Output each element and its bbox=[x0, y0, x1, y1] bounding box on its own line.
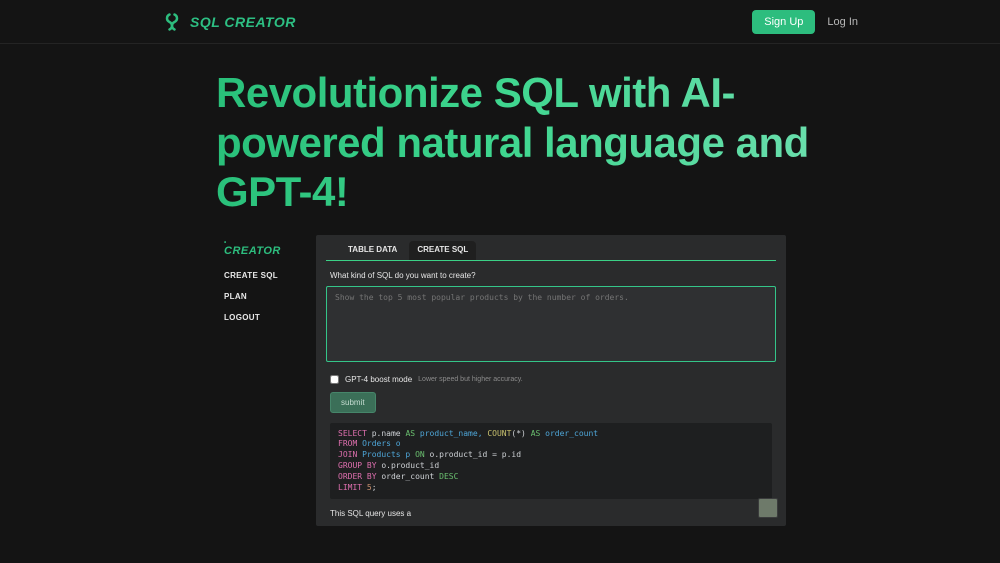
signup-button[interactable]: Sign Up bbox=[752, 10, 815, 34]
prompt-input[interactable] bbox=[326, 286, 776, 362]
code-token: Products p bbox=[357, 450, 415, 459]
tab-create-sql[interactable]: CREATE SQL bbox=[409, 241, 476, 260]
code-token: AS bbox=[405, 429, 415, 438]
boost-checkbox[interactable] bbox=[330, 375, 339, 384]
menu-plan[interactable]: PLAN bbox=[224, 292, 308, 301]
code-token: ORDER BY bbox=[338, 472, 377, 481]
topbar: SQL CREATOR Sign Up Log In bbox=[0, 0, 1000, 44]
code-token: COUNT bbox=[487, 429, 511, 438]
preview-menu: CREATE SQL PLAN LOGOUT bbox=[224, 271, 308, 322]
code-token: p.name bbox=[367, 429, 406, 438]
code-token: DESC bbox=[439, 472, 458, 481]
code-token: (*) bbox=[511, 429, 530, 438]
menu-create-sql[interactable]: CREATE SQL bbox=[224, 271, 308, 280]
code-token: o.product_id bbox=[377, 461, 440, 470]
explanation: This SQL query uses a bbox=[330, 509, 772, 518]
brand[interactable]: SQL CREATOR bbox=[162, 12, 296, 32]
preview-brand: • CREATOR bbox=[224, 241, 308, 257]
hero: Revolutionize SQL with AI-powered natura… bbox=[0, 44, 1000, 235]
boost-row: GPT-4 boost mode Lower speed but higher … bbox=[330, 375, 772, 384]
tab-table-data[interactable]: TABLE DATA bbox=[340, 241, 405, 260]
code-token: ; bbox=[372, 483, 377, 492]
boost-hint: Lower speed but higher accuracy. bbox=[418, 376, 523, 383]
boost-label[interactable]: GPT-4 boost mode bbox=[345, 375, 412, 384]
preview-brand-text: CREATOR bbox=[224, 245, 281, 257]
submit-button[interactable]: submit bbox=[330, 392, 376, 413]
preview-main: TABLE DATA CREATE SQL What kind of SQL d… bbox=[316, 235, 786, 527]
brand-text: SQL CREATOR bbox=[190, 14, 296, 30]
preview-sidebar: • CREATOR CREATE SQL PLAN LOGOUT bbox=[222, 235, 316, 527]
avatar[interactable] bbox=[758, 498, 778, 518]
code-token: JOIN bbox=[338, 450, 357, 459]
code-token: GROUP BY bbox=[338, 461, 377, 470]
app-preview: • CREATOR CREATE SQL PLAN LOGOUT TABLE D… bbox=[222, 235, 786, 527]
code-token: ON bbox=[415, 450, 425, 459]
code-token: SELECT bbox=[338, 429, 367, 438]
code-token: order_count bbox=[377, 472, 440, 481]
code-token: FROM bbox=[338, 439, 357, 448]
sql-output: SELECT p.name AS product_name, COUNT(*) … bbox=[330, 423, 772, 500]
login-button[interactable]: Log In bbox=[827, 16, 858, 28]
code-token: Orders o bbox=[357, 439, 400, 448]
code-token: product_name, bbox=[415, 429, 487, 438]
code-token: 5 bbox=[362, 483, 372, 492]
menu-logout[interactable]: LOGOUT bbox=[224, 313, 308, 322]
preview-tabs: TABLE DATA CREATE SQL bbox=[326, 235, 776, 261]
hero-headline: Revolutionize SQL with AI-powered natura… bbox=[216, 68, 856, 217]
code-token: order_count bbox=[540, 429, 598, 438]
code-token: AS bbox=[531, 429, 541, 438]
code-token: o.product_id = p.id bbox=[425, 450, 521, 459]
question-label: What kind of SQL do you want to create? bbox=[330, 271, 772, 280]
code-token: LIMIT bbox=[338, 483, 362, 492]
top-actions: Sign Up Log In bbox=[752, 10, 858, 34]
logo-icon bbox=[162, 12, 182, 32]
